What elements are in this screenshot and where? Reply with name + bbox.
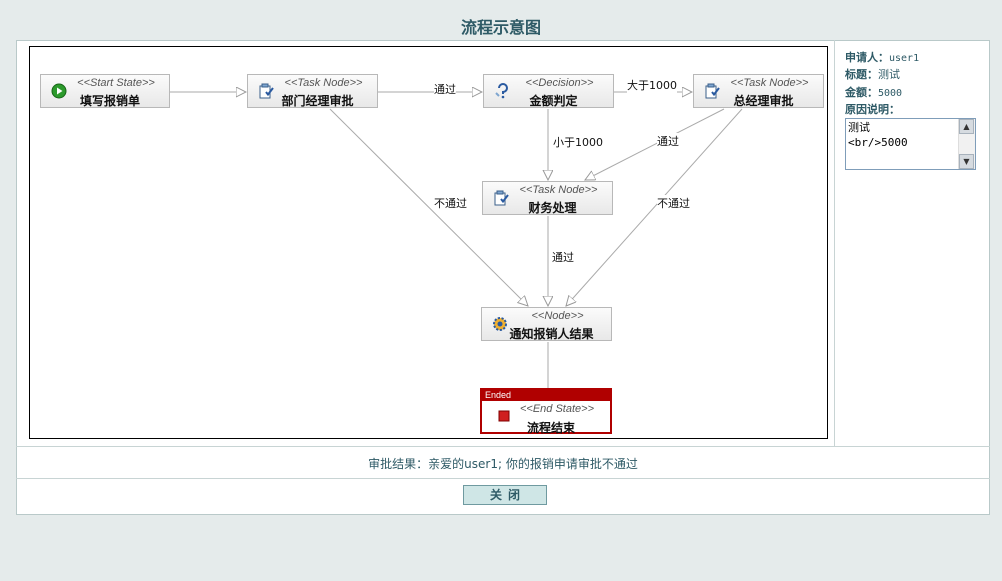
- node-stereotype: <<Decision>>: [525, 77, 594, 89]
- amount-value: 5000: [878, 88, 903, 99]
- task-node-dept-approval[interactable]: <<Task Node>> 部门经理审批: [247, 74, 378, 108]
- title-value: 测试: [878, 68, 900, 81]
- reason-text: 测试 <br/>5000: [848, 121, 908, 149]
- task-node-gm-approval[interactable]: <<Task Node>> 总经理审批: [693, 74, 824, 108]
- scroll-up-icon[interactable]: ▲: [959, 119, 974, 134]
- vertical-scrollbar[interactable]: ▲ ▼: [958, 119, 975, 169]
- vertical-divider: [834, 40, 835, 447]
- node-name: 金额判定: [529, 94, 578, 108]
- edge-label: 不通过: [434, 195, 467, 211]
- title-row: 标题：测试: [845, 66, 900, 82]
- node-stereotype: <<Task Node>>: [730, 77, 809, 89]
- workflow-diagram: <<Start State>> 填写报销单 <<Task Node>> 部门经理…: [29, 46, 828, 439]
- node-name: 总经理审批: [733, 94, 794, 108]
- start-state-node[interactable]: <<Start State>> 填写报销单: [40, 74, 170, 108]
- node-stereotype: <<End State>>: [519, 403, 594, 415]
- node-stereotype: <<Task Node>>: [519, 184, 598, 196]
- node-name: 填写报销单: [79, 94, 140, 108]
- reason-label: 原因说明：: [845, 103, 900, 116]
- approval-result: 审批结果：亲爱的user1; 你的报销申请审批不通过: [368, 457, 638, 471]
- node-name: 部门经理审批: [281, 94, 354, 108]
- edge-label: 通过: [657, 133, 679, 149]
- node-name: 流程结束: [526, 421, 575, 435]
- node-stereotype: <<Node>>: [531, 310, 584, 322]
- applicant-row: 申请人：user1: [845, 49, 919, 65]
- edge-label: 小于1000: [553, 134, 603, 150]
- divider: [16, 446, 990, 447]
- edge-label: 大于1000: [627, 77, 677, 93]
- edge-label: 不通过: [657, 195, 690, 211]
- edge-label: 通过: [434, 81, 456, 97]
- edge-gm-to-finance: [585, 108, 725, 180]
- reason-row: 原因说明：: [845, 101, 900, 117]
- scroll-down-icon[interactable]: ▼: [959, 154, 974, 169]
- node-stereotype: <<Task Node>>: [284, 77, 363, 89]
- applicant-value: user1: [889, 53, 920, 64]
- node-stereotype: <<Start State>>: [77, 77, 155, 89]
- node-name: 财务处理: [528, 201, 577, 215]
- reason-textarea[interactable]: 测试 <br/>5000 ▲ ▼: [845, 118, 976, 170]
- amount-row: 金额：5000: [845, 84, 902, 100]
- notify-node[interactable]: <<Node>> 通知报销人结果: [481, 307, 612, 341]
- divider: [16, 478, 990, 479]
- close-button[interactable]: 关闭: [463, 485, 547, 505]
- edge-label: 通过: [552, 249, 574, 265]
- decision-node[interactable]: <<Decision>> 金额判定: [483, 74, 614, 108]
- end-state-node[interactable]: Ended <<End State>> 流程结束: [480, 388, 612, 435]
- task-node-finance[interactable]: <<Task Node>> 财务处理: [482, 181, 613, 215]
- page-title: 流程示意图: [460, 18, 541, 37]
- applicant-label: 申请人：: [845, 51, 889, 64]
- node-name: 通知报销人结果: [509, 327, 594, 341]
- ended-status-badge: Ended: [482, 390, 610, 401]
- amount-label: 金额：: [845, 86, 878, 99]
- title-label: 标题：: [845, 68, 878, 81]
